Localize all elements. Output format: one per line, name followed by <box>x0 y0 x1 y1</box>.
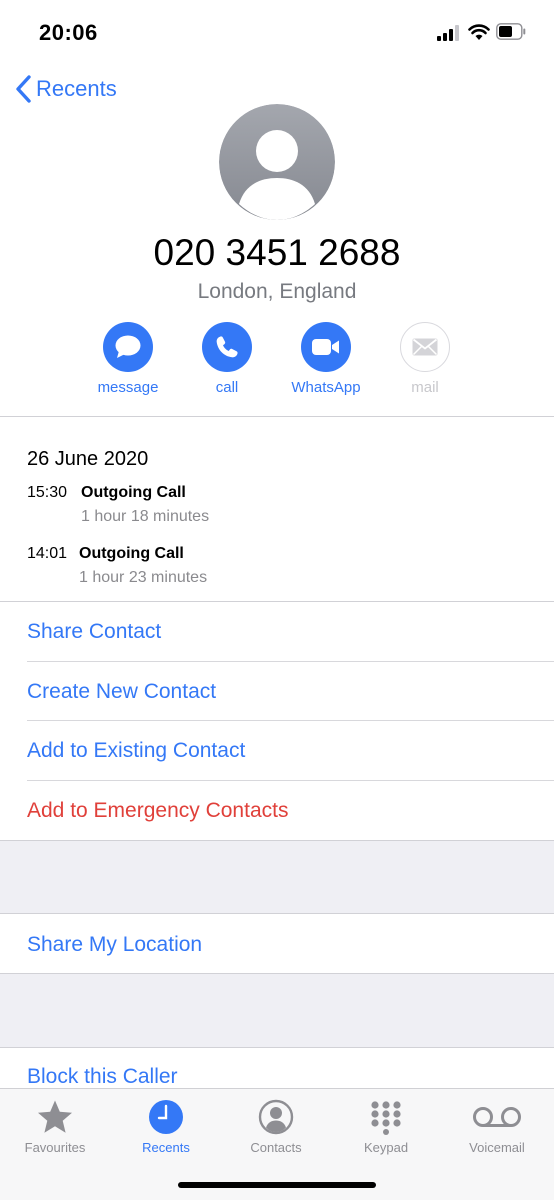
call-type: Outgoing Call <box>81 484 186 501</box>
contact-number: 020 3451 2688 <box>153 232 401 273</box>
tab-recents-label: Recents <box>142 1140 190 1155</box>
status-bar: 20:06 <box>0 0 554 66</box>
whatsapp-button[interactable]: WhatsApp <box>271 322 381 396</box>
battery-icon <box>496 23 526 40</box>
section-spacer <box>0 840 554 914</box>
header-divider <box>0 416 554 417</box>
share-contact-button[interactable]: Share Contact <box>0 602 554 661</box>
wifi-icon <box>468 24 490 40</box>
voicemail-icon <box>473 1107 521 1127</box>
status-time: 20:06 <box>39 20 98 45</box>
mail-button-label: mail <box>411 379 439 396</box>
call-button-label: call <box>215 379 239 396</box>
call-time: 14:01 <box>27 545 68 562</box>
action-buttons: message call WhatsApp mail <box>0 322 554 402</box>
message-button[interactable]: message <box>73 322 183 396</box>
call-duration: 1 hour 23 minutes <box>79 569 208 586</box>
tab-favourites-label: Favourites <box>24 1140 86 1155</box>
add-to-emergency-contacts-button[interactable]: Add to Emergency Contacts <box>0 781 554 840</box>
star-icon <box>38 1100 72 1133</box>
mail-button[interactable]: mail <box>370 322 480 396</box>
phone-icon <box>216 336 238 358</box>
tab-favourites[interactable]: Favourites <box>0 1097 110 1155</box>
clock-icon <box>149 1100 183 1134</box>
message-bubble-icon <box>115 335 141 358</box>
cellular-signal-icon <box>437 25 461 41</box>
whatsapp-button-label: WhatsApp <box>291 379 361 396</box>
history-date: 26 June 2020 <box>27 448 149 470</box>
message-button-label: message <box>97 379 159 396</box>
create-new-contact-button[interactable]: Create New Contact <box>0 662 554 721</box>
video-camera-icon <box>312 339 339 355</box>
person-circle-icon <box>258 1099 294 1135</box>
chevron-left-icon <box>16 75 31 103</box>
add-to-existing-contact-button[interactable]: Add to Existing Contact <box>0 721 554 780</box>
tab-keypad-label: Keypad <box>363 1140 409 1155</box>
share-my-location-button[interactable]: Share My Location <box>0 915 554 974</box>
keypad-icon <box>371 1101 401 1135</box>
back-button-label: Recents <box>36 76 117 101</box>
envelope-icon <box>412 338 438 356</box>
tab-voicemail-label: Voicemail <box>469 1140 525 1155</box>
call-button[interactable]: call <box>172 322 282 396</box>
call-time: 15:30 <box>27 484 68 501</box>
contact-location: London, England <box>197 280 357 303</box>
avatar <box>219 104 335 220</box>
call-duration: 1 hour 18 minutes <box>81 508 210 525</box>
back-button[interactable]: Recents <box>14 72 117 106</box>
home-indicator <box>178 1182 376 1188</box>
section-spacer <box>0 973 554 1048</box>
tab-voicemail[interactable]: Voicemail <box>442 1097 552 1155</box>
tab-contacts-label: Contacts <box>250 1140 302 1155</box>
person-silhouette-icon <box>219 104 335 220</box>
tab-keypad[interactable]: Keypad <box>331 1097 441 1155</box>
tab-recents[interactable]: Recents <box>111 1097 221 1155</box>
tab-contacts[interactable]: Contacts <box>221 1097 331 1155</box>
call-type: Outgoing Call <box>79 545 184 562</box>
